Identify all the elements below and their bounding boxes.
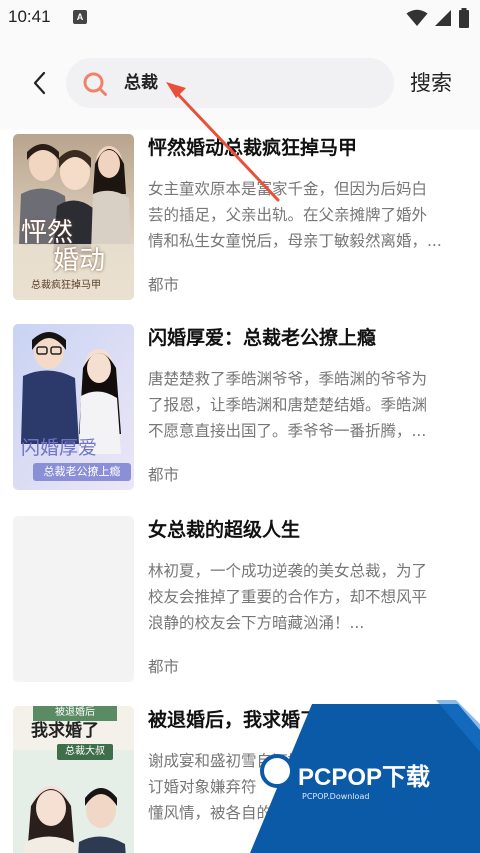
book-cover-placeholder — [13, 516, 134, 682]
book-description-line: 林初夏，一个成功逆袭的美女总裁，为了 — [148, 562, 428, 580]
chevron-left-icon — [33, 71, 46, 95]
status-icons — [406, 8, 470, 28]
book-cover: 闪婚厚爱 总裁老公撩上瘾 — [13, 324, 134, 490]
search-input[interactable]: 总裁 — [66, 58, 394, 108]
cover-subtitle: 总裁疯狂掉马甲 — [31, 280, 101, 291]
cover-title-line: 我求婚了 — [31, 721, 99, 741]
search-query: 总裁 — [124, 73, 158, 93]
book-description-line: 芸的插足，父亲出轨。在父亲摊牌了婚外 — [148, 206, 428, 224]
book-category-tag: 都市 — [148, 658, 180, 676]
book-description-line: 唐楚楚救了季皓渊爷爷，季皓渊的爷爷为 — [148, 370, 428, 388]
search-header: 总裁 搜索 — [0, 36, 480, 130]
cover-title-line: 婚动 — [53, 246, 106, 276]
back-button[interactable] — [24, 68, 54, 98]
cover-subtitle: 总裁大叔 — [57, 744, 113, 760]
book-description: 女主童欢原本是富家千金，但因为后妈白 芸的插足，父亲出轨。在父亲摊牌了婚外 情和… — [148, 176, 470, 254]
cover-title-line: 闪婚厚爱 — [21, 437, 98, 459]
book-title: 闪婚厚爱：总裁老公撩上瘾 — [148, 327, 377, 349]
book-description: 唐楚楚救了季皓渊爷爷，季皓渊的爷爷为 了报恩，让季皓渊和唐楚楚结婚。季皓渊 不愿… — [148, 366, 470, 444]
book-description-line: 不愿意直接出国了。季爷爷一番折腾，... — [148, 422, 427, 440]
wifi-icon — [406, 9, 428, 26]
book-item[interactable]: 女总裁的超级人生 林初夏，一个成功逆袭的美女总裁，为了 校友会推掉了重要的合作方… — [0, 512, 480, 688]
book-item[interactable]: 怦然 婚动 总裁疯狂掉马甲 怦然婚动总裁疯狂掉马甲 女主童欢原本是富家千金，但因… — [0, 130, 480, 306]
book-title: 怦然婚动总裁疯狂掉马甲 — [148, 137, 358, 159]
book-item[interactable]: 闪婚厚爱 总裁老公撩上瘾 闪婚厚爱：总裁老公撩上瘾 唐楚楚救了季皓渊爷爷，季皓渊… — [0, 320, 480, 496]
book-description: 林初夏，一个成功逆袭的美女总裁，为了 校友会推掉了重要的合作方，却不想风平 浪静… — [148, 558, 470, 636]
cover-title-line: 怦然 — [21, 218, 74, 248]
status-time: 10:41 — [8, 7, 51, 26]
book-cover: 被退婚后 我求婚了 总裁大叔 — [13, 706, 134, 853]
book-description-line: 情和私生女童悦后，母亲丁敏毅然离婚，... — [148, 232, 442, 250]
app-notification-icon: A — [73, 10, 87, 24]
book-description-line: 了报恩，让季皓渊和唐楚楚结婚。季皓渊 — [148, 396, 428, 414]
cover-subtitle: 被退婚后 — [33, 706, 117, 721]
book-description-line: 浪静的校友会下方暗藏汹涌！... — [148, 614, 365, 632]
book-category-tag: 都市 — [148, 276, 180, 294]
signal-icon — [435, 10, 451, 26]
book-title: 女总裁的超级人生 — [148, 519, 301, 541]
search-button[interactable]: 搜索 — [410, 68, 452, 98]
book-title: 被退婚后，我求婚了 — [148, 709, 320, 731]
book-description-line: 校友会推掉了重要的合作方，却不想风平 — [148, 588, 428, 606]
book-description-line: 订婚对象嫌弃符 — [148, 778, 257, 796]
battery-icon — [459, 8, 469, 28]
status-bar: 10:41 A — [0, 0, 480, 36]
cover-subtitle: 总裁老公撩上瘾 — [33, 463, 131, 481]
book-description-line: 懂风情，被各自的订婚对象携手背 — [148, 804, 381, 822]
book-description-line: 女主童欢原本是富家千金，但因为后妈白 — [148, 180, 428, 198]
search-icon — [83, 72, 107, 96]
book-item[interactable]: 被退婚后 我求婚了 总裁大叔 被退婚后，我求婚了 谢成宴和盛初雪自订婚当 订婚对… — [0, 702, 480, 853]
book-description: 谢成宴和盛初雪自订婚当 订婚对象嫌弃符 懂风情，被各自的订婚对象携手背 — [148, 748, 470, 826]
book-category-tag: 都市 — [148, 466, 180, 484]
book-description-line: 谢成宴和盛初雪自订婚当 — [148, 752, 319, 770]
book-cover: 怦然 婚动 总裁疯狂掉马甲 — [13, 134, 134, 300]
